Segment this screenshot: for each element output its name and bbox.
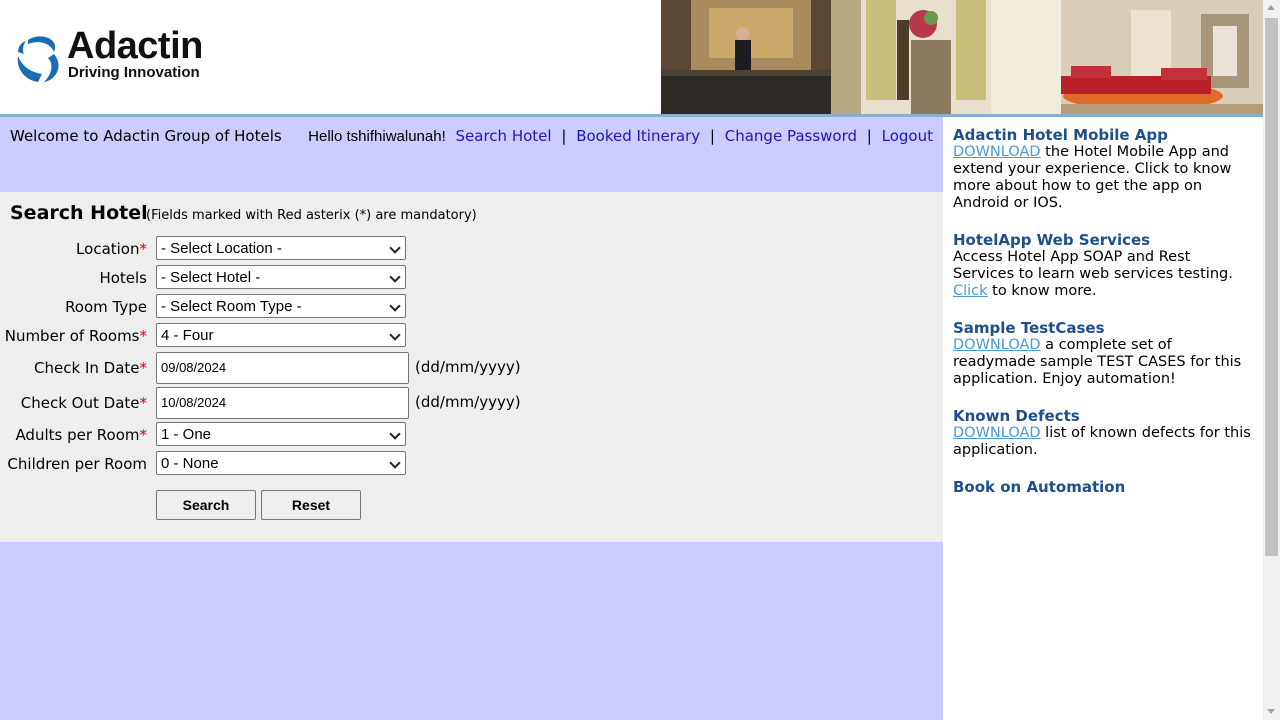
location-label: Location*: [76, 240, 147, 258]
known-defects-section: Known Defects DOWNLOAD list of known def…: [953, 408, 1253, 459]
test-cases-section: Sample TestCases DOWNLOAD a complete set…: [953, 320, 1253, 388]
form-title: Search Hotel: [10, 202, 148, 224]
scroll-down-arrow-icon[interactable]: [1263, 703, 1280, 720]
brand-name: Adactin: [67, 25, 203, 67]
adults-per-room-label: Adults per Room*: [15, 426, 147, 444]
nav-change-password[interactable]: Change Password: [725, 127, 857, 145]
nav-booked-itinerary[interactable]: Booked Itinerary: [576, 127, 700, 145]
reset-button[interactable]: Reset: [261, 490, 361, 520]
known-defects-download-link[interactable]: DOWNLOAD: [953, 425, 1041, 441]
user-nav: Hello tshifhiwalunah! Search Hotel | Boo…: [308, 127, 933, 145]
adactin-logo[interactable]: Adactin Driving Innovation: [14, 26, 234, 86]
check-in-date-input[interactable]: 09/08/2024: [156, 352, 409, 384]
location-select[interactable]: - Select Location -: [156, 236, 406, 260]
form-mandatory-note: (Fields marked with Red asterix (*) are …: [146, 208, 477, 223]
required-mark: *: [139, 426, 148, 444]
room-type-label: Room Type: [65, 298, 147, 316]
info-sidebar: Adactin Hotel Mobile App DOWNLOAD the Ho…: [943, 117, 1263, 720]
children-per-room-label: Children per Room: [7, 455, 147, 473]
children-per-room-select[interactable]: 0 - None: [156, 451, 406, 475]
search-hotel-form: Search Hotel (Fields marked with Red ast…: [0, 192, 943, 542]
nav-separator: |: [866, 127, 872, 145]
web-services-title: HotelApp Web Services: [953, 231, 1151, 249]
required-mark: *: [139, 394, 148, 412]
hotel-lobby-banner: [661, 0, 1263, 114]
nav-separator: |: [561, 127, 567, 145]
mobile-app-download-link[interactable]: DOWNLOAD: [953, 144, 1041, 160]
number-of-rooms-select[interactable]: 4 - Four: [156, 323, 406, 347]
hotels-label: Hotels: [99, 269, 147, 287]
mobile-app-title: Adactin Hotel Mobile App: [953, 126, 1168, 144]
web-services-click-link[interactable]: Click: [953, 283, 988, 299]
test-cases-title: Sample TestCases: [953, 319, 1105, 337]
main-content: Welcome to Adactin Group of Hotels Hello…: [0, 117, 943, 720]
check-out-date-input[interactable]: 10/08/2024: [156, 387, 409, 419]
scrollbar-thumb[interactable]: [1265, 18, 1278, 556]
web-services-text-after: to know more.: [987, 283, 1097, 299]
required-mark: *: [139, 359, 148, 377]
scroll-up-arrow-icon[interactable]: [1263, 0, 1280, 17]
number-of-rooms-label: Number of Rooms*: [4, 327, 148, 345]
welcome-text: Welcome to Adactin Group of Hotels: [10, 127, 282, 145]
adults-per-room-select[interactable]: 1 - One: [156, 422, 406, 446]
check-out-date-format-hint: (dd/mm/yyyy): [415, 393, 521, 411]
mobile-app-section: Adactin Hotel Mobile App DOWNLOAD the Ho…: [953, 127, 1253, 212]
known-defects-title: Known Defects: [953, 407, 1080, 425]
book-section: Book on Automation: [953, 479, 1253, 496]
brand-tagline: Driving Innovation: [68, 64, 200, 81]
check-out-date-label: Check Out Date*: [20, 394, 148, 412]
lobby-image: [661, 0, 1263, 114]
required-mark: *: [139, 327, 148, 345]
web-services-text: Access Hotel App SOAP and Rest Services …: [953, 249, 1233, 282]
test-cases-download-link[interactable]: DOWNLOAD: [953, 337, 1041, 353]
hello-user: Hello tshifhiwalunah!: [308, 128, 446, 145]
page-header: Adactin Driving Innovation: [0, 0, 1263, 114]
nav-logout[interactable]: Logout: [882, 127, 933, 145]
check-in-date-label: Check In Date*: [34, 359, 147, 377]
check-in-date-format-hint: (dd/mm/yyyy): [415, 358, 521, 376]
web-services-section: HotelApp Web Services Access Hotel App S…: [953, 232, 1253, 300]
hotels-select[interactable]: - Select Hotel -: [156, 265, 406, 289]
book-on-automation-link[interactable]: Book on Automation: [953, 479, 1253, 496]
required-mark: *: [139, 240, 148, 258]
logo-swirl-icon: [17, 36, 59, 82]
search-button[interactable]: Search: [156, 490, 256, 520]
nav-search-hotel[interactable]: Search Hotel: [456, 127, 552, 145]
room-type-select[interactable]: - Select Room Type -: [156, 294, 406, 318]
page-scrollbar[interactable]: [1263, 0, 1280, 720]
nav-separator: |: [709, 127, 715, 145]
